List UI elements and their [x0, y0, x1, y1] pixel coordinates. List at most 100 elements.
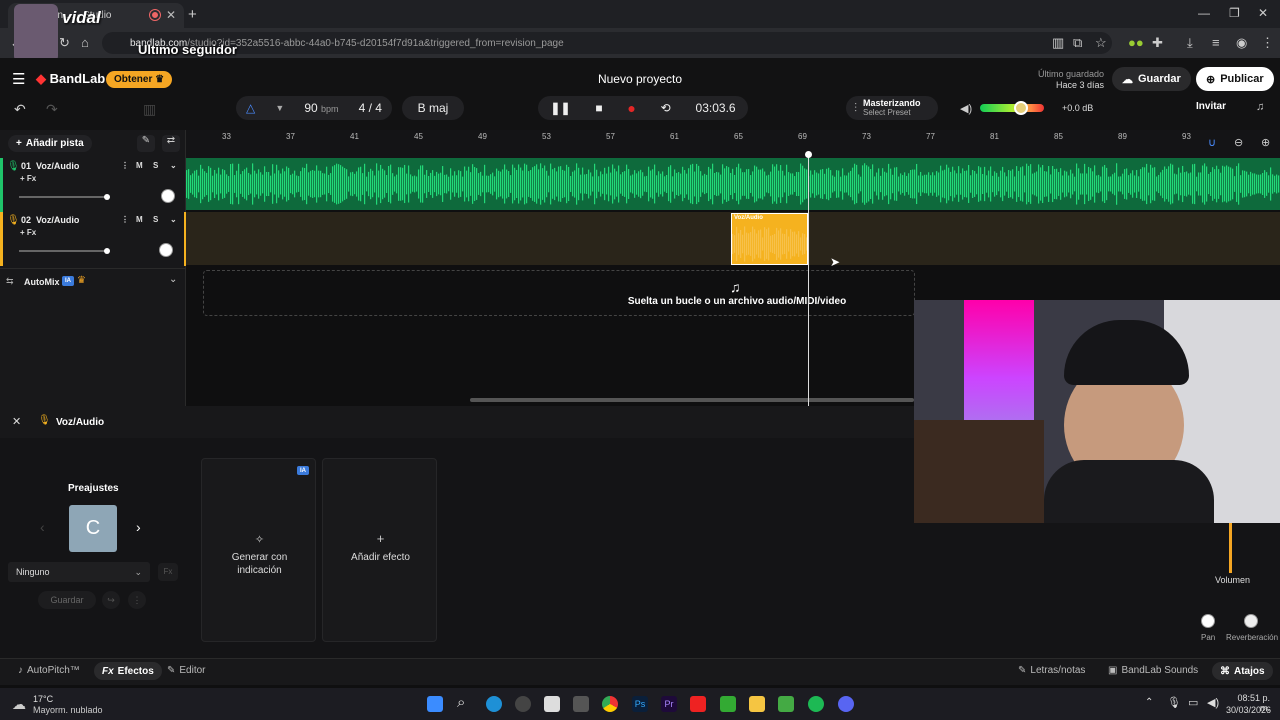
preset-thumbnail[interactable]: C: [69, 505, 117, 552]
tab-bandlab-sounds[interactable]: ▣ BandLab Sounds: [1108, 665, 1198, 676]
solo-button[interactable]: S: [153, 161, 158, 170]
bookmark-star-icon[interactable]: ☆: [1095, 35, 1107, 51]
microphone-tray-icon[interactable]: 🎙: [1167, 696, 1181, 709]
key-selector[interactable]: B maj: [402, 96, 464, 120]
playhead[interactable]: [808, 152, 809, 406]
track-name[interactable]: Voz/Audio: [36, 161, 79, 171]
app-icon[interactable]: [515, 696, 531, 712]
reverb-knob[interactable]: [1244, 614, 1258, 628]
automix-chevron-icon[interactable]: ⌄: [169, 274, 177, 285]
weather-temp[interactable]: 17°C: [33, 694, 53, 704]
solo-button[interactable]: S: [153, 215, 158, 224]
photoshop-icon[interactable]: Ps: [632, 696, 648, 712]
redo-icon[interactable]: ↷: [46, 101, 58, 118]
home-icon[interactable]: ⌂: [81, 35, 89, 50]
playhead-handle[interactable]: [805, 151, 812, 158]
track-volume-slider[interactable]: [19, 250, 109, 252]
tab-editor[interactable]: ✎ Editor: [167, 665, 206, 676]
loop-button[interactable]: ⟲: [661, 101, 671, 115]
track-volume-knob[interactable]: [104, 194, 110, 200]
publish-button[interactable]: ⊕ Publicar: [1196, 67, 1274, 91]
preset-save-button[interactable]: Guardar: [38, 591, 96, 609]
tray-chevron-icon[interactable]: ⌃: [1145, 697, 1153, 708]
tab-effects[interactable]: Fx Efectos: [94, 662, 162, 680]
extensions-puzzle-icon[interactable]: ✚: [1152, 35, 1163, 51]
mute-button[interactable]: M: [136, 161, 143, 170]
fx-chain-icon[interactable]: Fx: [158, 563, 178, 581]
tab-shortcuts[interactable]: ⌘ Atajos: [1212, 662, 1273, 680]
metronome-dropdown-icon[interactable]: ▼: [275, 103, 284, 113]
master-volume-slider[interactable]: [980, 104, 1044, 112]
preset-select[interactable]: Ninguno ⌄: [8, 562, 150, 582]
snap-magnet-icon[interactable]: ∪: [1208, 136, 1216, 149]
reload-icon[interactable]: ↻: [59, 35, 70, 51]
track-header-2[interactable]: 🎙 02 Voz/Audio ⋮ M S ⌄ + Fx: [0, 212, 186, 266]
media-icon[interactable]: ≡: [1212, 35, 1220, 50]
store-icon[interactable]: [544, 696, 560, 712]
generate-effect-card[interactable]: ✧ Generar con indicación: [201, 458, 316, 642]
speaker-icon[interactable]: ◀): [960, 102, 972, 115]
obtener-button[interactable]: Obtener ♛: [106, 71, 173, 88]
discord-icon[interactable]: [838, 696, 854, 712]
zoom-out-icon[interactable]: ⊖: [1234, 136, 1243, 149]
next-preset-icon[interactable]: ›: [136, 519, 141, 535]
horizontal-scrollbar[interactable]: [470, 398, 914, 402]
tab-autopitch[interactable]: ♪ AutoPitch™: [18, 665, 80, 676]
share-preset-icon[interactable]: ↪: [102, 591, 120, 609]
track-pan-knob[interactable]: [159, 243, 173, 257]
metronome-icon[interactable]: △: [246, 101, 255, 115]
notifications-bell-icon[interactable]: ♫: [1256, 101, 1264, 113]
chrome-icon[interactable]: [602, 696, 618, 712]
weather-desc[interactable]: Mayorm. nublado: [33, 705, 103, 715]
pencil-tool-icon[interactable]: ✎: [137, 135, 155, 152]
project-title[interactable]: Nuevo proyecto: [560, 72, 720, 86]
record-button[interactable]: ●: [627, 100, 635, 116]
stop-button[interactable]: ■: [595, 101, 602, 115]
network-icon[interactable]: ▭: [1188, 696, 1198, 709]
cast-icon[interactable]: ⧉: [1073, 35, 1082, 51]
track-lane-1[interactable]: [186, 158, 1280, 210]
close-window-icon[interactable]: ✕: [1258, 6, 1268, 20]
calculator-icon[interactable]: [573, 696, 589, 712]
weather-cloud-icon[interactable]: ☁: [12, 696, 26, 713]
youtube-icon[interactable]: [690, 696, 706, 712]
url-field[interactable]: bandlab.com/studio?id=352a5516-abbc-44a0…: [102, 32, 1112, 54]
tab-lyrics[interactable]: ✎ Letras/notas: [1018, 665, 1085, 676]
track-volume-slider[interactable]: [19, 196, 109, 198]
minecraft-icon[interactable]: [720, 696, 736, 712]
mixer-icon[interactable]: ▥: [143, 101, 156, 118]
app-green-icon[interactable]: [778, 696, 794, 712]
track-header-1[interactable]: 🎙 01 Voz/Audio ⋮ M S ⌄ + Fx: [0, 158, 186, 212]
master-volume-knob[interactable]: [1014, 101, 1028, 115]
prev-preset-icon[interactable]: ‹: [40, 519, 45, 535]
volume-tray-icon[interactable]: ◀): [1207, 696, 1219, 709]
tab-close-icon[interactable]: ✕: [166, 8, 176, 22]
extension-icon[interactable]: ●●: [1128, 35, 1144, 50]
premiere-icon[interactable]: Pr: [661, 696, 677, 712]
clock-date[interactable]: 30/03/2026: [1226, 705, 1271, 715]
track-settings-icon[interactable]: ⇄: [162, 135, 180, 152]
reading-list-icon[interactable]: ▥: [1052, 35, 1064, 51]
zoom-in-icon[interactable]: ⊕: [1261, 136, 1270, 149]
volume-fader[interactable]: [1229, 523, 1232, 573]
bandlab-logo[interactable]: ◆ BandLab: [36, 71, 105, 87]
close-editor-icon[interactable]: ✕: [12, 415, 21, 428]
pan-knob[interactable]: [1201, 614, 1215, 628]
profile-avatar-icon[interactable]: ◉: [1236, 35, 1247, 51]
new-tab-icon[interactable]: +: [188, 6, 197, 23]
add-fx-button[interactable]: + Fx: [20, 228, 36, 237]
track-volume-knob[interactable]: [104, 248, 110, 254]
track-pan-knob[interactable]: [161, 189, 175, 203]
add-fx-button[interactable]: + Fx: [20, 174, 36, 183]
download-icon[interactable]: ⤓: [1187, 35, 1193, 51]
start-windows-icon[interactable]: [427, 696, 443, 712]
pause-button[interactable]: ❚❚: [550, 101, 570, 115]
spotify-icon[interactable]: [808, 696, 824, 712]
browser-menu-icon[interactable]: ⋮: [1261, 35, 1274, 51]
audio-region[interactable]: Voz/Audio: [731, 213, 808, 265]
time-signature[interactable]: 4 / 4: [359, 101, 382, 115]
preset-more-icon[interactable]: ⋮: [128, 591, 146, 609]
track-name[interactable]: Voz/Audio: [36, 215, 79, 225]
restore-icon[interactable]: ❐: [1229, 6, 1240, 20]
edge-icon[interactable]: [486, 696, 502, 712]
